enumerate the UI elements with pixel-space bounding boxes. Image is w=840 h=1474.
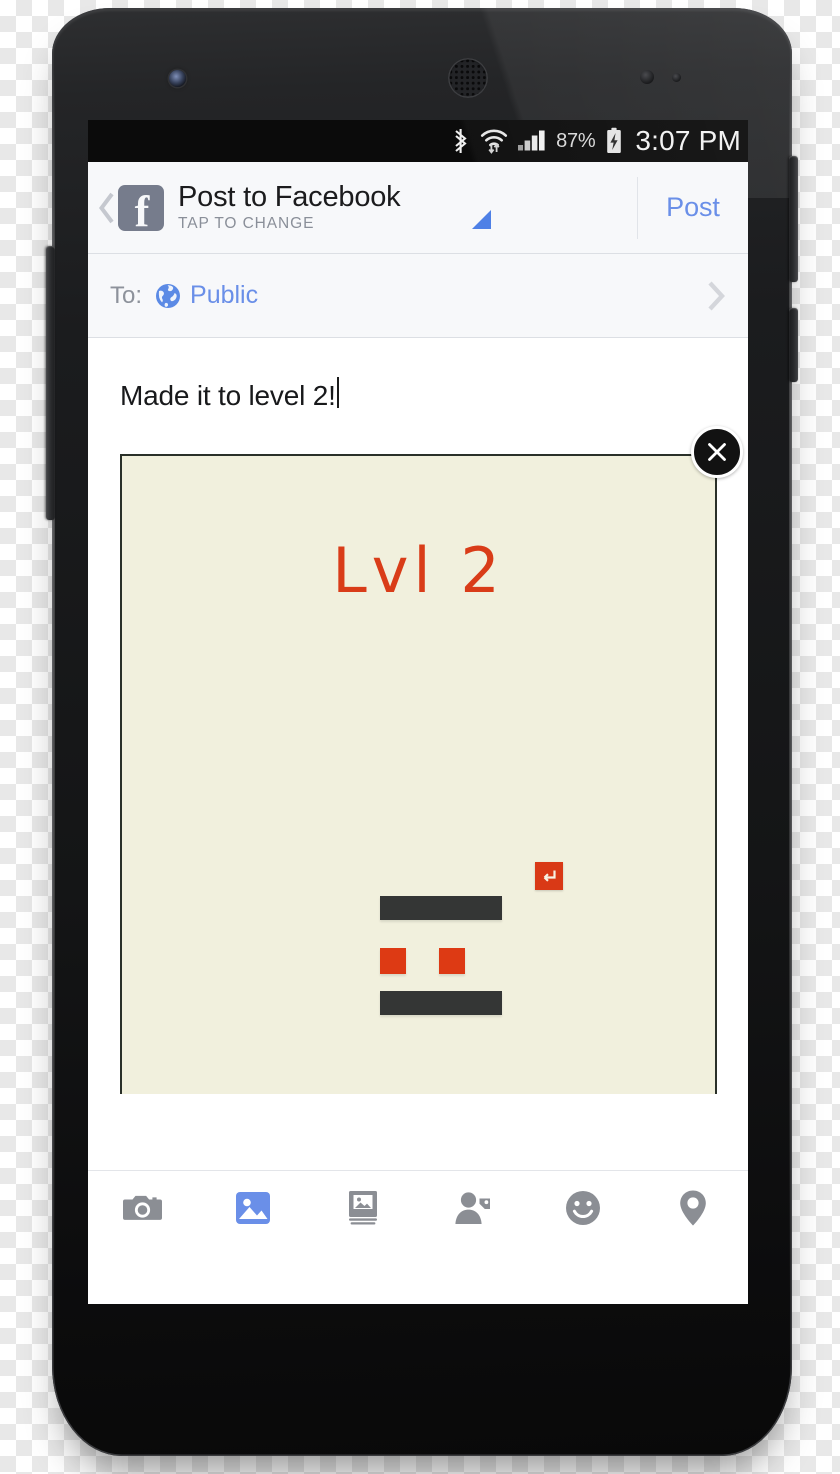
battery-percent-label: 87% (556, 129, 596, 152)
header-text-block[interactable]: Post to Facebook TAP TO CHANGE (178, 180, 637, 233)
status-bar-clock: 3:07 PM (635, 125, 741, 156)
toolbar-item-photo[interactable] (198, 1171, 308, 1244)
text-cursor (336, 377, 339, 408)
volume-down-button[interactable] (789, 308, 798, 382)
screenshot-canvas: 87% 3:07 PM f Post to Facebook TAP TO CH… (0, 0, 840, 1474)
game-platform (380, 991, 502, 1015)
phone-device-frame: 87% 3:07 PM f Post to Facebook TAP TO CH… (46, 8, 798, 1456)
game-hazard-block (380, 948, 406, 974)
tag-people-icon (455, 1191, 490, 1224)
post-button[interactable]: Post (638, 192, 748, 223)
page-title: Post to Facebook (178, 180, 401, 213)
photo-icon (236, 1191, 270, 1224)
status-input-wrapper[interactable]: Made it to level 2! (88, 338, 748, 412)
volume-rocker-button[interactable] (46, 246, 55, 520)
photo-album-icon (349, 1190, 377, 1224)
location-pin-icon (680, 1190, 706, 1225)
game-level-label: Lvl 2 (332, 534, 505, 607)
close-icon[interactable] (691, 426, 743, 478)
power-button[interactable] (789, 156, 798, 282)
attached-photo[interactable]: Lvl 2 (120, 426, 743, 1094)
composer-body[interactable]: Made it to level 2! Lvl 2 (88, 338, 748, 1244)
game-screenshot-image: Lvl 2 (120, 454, 717, 1094)
chevron-right-icon[interactable] (704, 279, 730, 313)
header-subtitle: TAP TO CHANGE (178, 215, 315, 233)
toolbar-item-album[interactable] (308, 1171, 418, 1244)
battery-charging-icon (604, 127, 624, 155)
game-platform (380, 896, 502, 920)
toolbar-item-checkin[interactable] (638, 1171, 748, 1244)
toolbar-item-feeling[interactable] (528, 1171, 638, 1244)
front-camera-icon (169, 70, 186, 87)
return-arrow-icon (543, 870, 556, 882)
audience-selector-row[interactable]: To: Public (88, 254, 748, 338)
blue-triangle-icon (472, 209, 491, 229)
facebook-f-glyph: f (134, 186, 150, 236)
game-goal-badge (535, 862, 563, 890)
game-hazard-block (439, 948, 465, 974)
toolbar-item-tag-people[interactable] (418, 1171, 528, 1244)
globe-icon (155, 283, 181, 309)
android-status-bar: 87% 3:07 PM (88, 120, 748, 162)
bluetooth-icon (451, 128, 471, 154)
composer-toolbar (88, 1170, 748, 1244)
earpiece-speaker-icon (448, 58, 488, 98)
wifi-icon (480, 128, 508, 154)
back-chevron-icon[interactable] (96, 191, 118, 225)
camera-icon (123, 1195, 162, 1220)
feeling-smiley-icon (566, 1190, 600, 1225)
cellular-signal-icon (517, 128, 547, 154)
facebook-icon[interactable]: f (118, 184, 164, 236)
proximity-sensor-icon (640, 70, 654, 84)
toolbar-item-camera[interactable] (88, 1171, 198, 1244)
audience-value: Public (190, 281, 259, 309)
status-input-text: Made it to level 2! (120, 380, 336, 411)
composer-header: f Post to Facebook TAP TO CHANGE Post (88, 162, 748, 254)
audience-label: To: (110, 281, 143, 309)
ambient-light-sensor-icon (672, 73, 681, 82)
phone-screen: 87% 3:07 PM f Post to Facebook TAP TO CH… (88, 120, 748, 1304)
